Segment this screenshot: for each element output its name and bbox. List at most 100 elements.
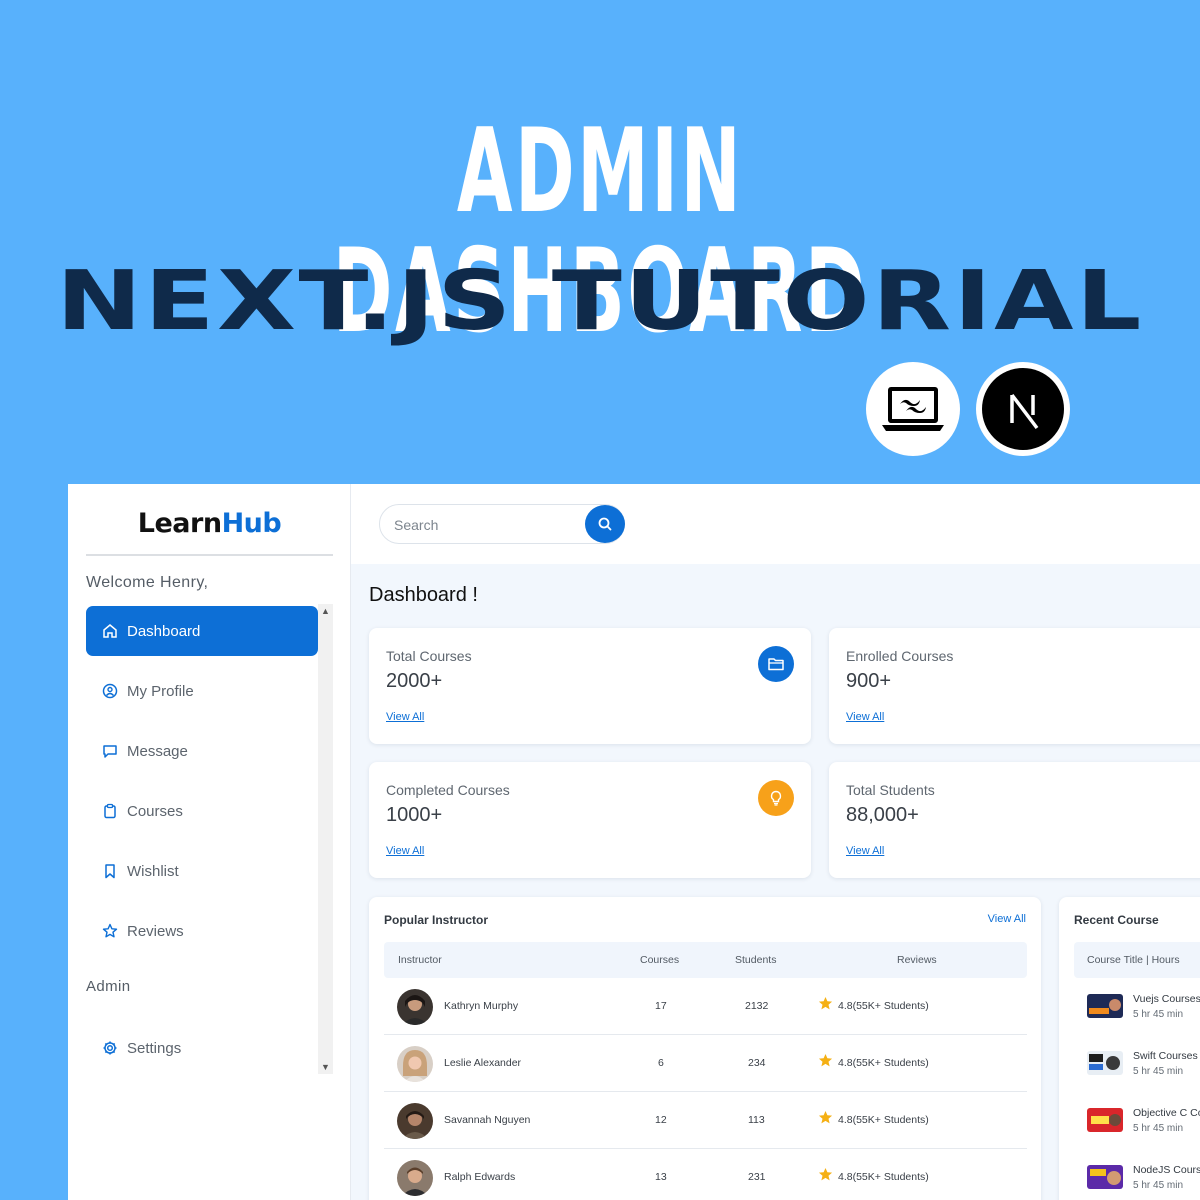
list-item[interactable]: Objective C Co 5 hr 45 min xyxy=(1087,1107,1200,1148)
sidebar-item-my-profile[interactable]: My Profile xyxy=(86,666,318,716)
course-hours: 5 hr 45 min xyxy=(1133,1009,1184,1020)
sidebar-item-label: Reviews xyxy=(127,922,184,940)
stat-value: 88,000+ xyxy=(846,804,919,826)
search-box xyxy=(379,504,625,544)
page-title: Dashboard ! xyxy=(369,584,478,606)
sidebar-item-label: Courses xyxy=(127,802,183,820)
panel-title: Popular Instructor xyxy=(384,913,489,927)
sidebar-item-courses[interactable]: Courses xyxy=(86,786,318,836)
view-all-link[interactable]: View All xyxy=(846,845,884,857)
course-thumbnail xyxy=(1087,1165,1123,1189)
course-title: Swift Courses xyxy=(1133,1050,1198,1062)
list-item[interactable]: Vuejs Courses 5 hr 45 min xyxy=(1087,993,1200,1034)
star-icon xyxy=(818,1053,833,1067)
view-all-link[interactable]: View All xyxy=(988,913,1026,925)
stat-value: 900+ xyxy=(846,670,892,692)
table-row[interactable]: Kathryn Murphy 17 2132 4.8(55K+ Students… xyxy=(384,978,1027,1035)
instructor-reviews: 4.8(55K+ Students) xyxy=(838,1057,929,1069)
scroll-down-icon[interactable]: ▼ xyxy=(318,1060,333,1074)
view-all-link[interactable]: View All xyxy=(846,711,884,723)
view-all-link[interactable]: View All xyxy=(386,711,424,723)
th-course-title-hours: Course Title | Hours xyxy=(1087,954,1180,966)
panel-title: Recent Course xyxy=(1074,913,1159,927)
sidebar-item-label: My Profile xyxy=(127,682,194,700)
instructor-students: 234 xyxy=(748,1057,766,1069)
list-item[interactable]: Swift Courses 5 hr 45 min xyxy=(1087,1050,1200,1091)
star-icon xyxy=(818,1167,833,1181)
dashboard-app: LearnHub Welcome Henry, Dashboard My Pro… xyxy=(68,484,1200,1200)
bookmark-icon xyxy=(105,864,115,879)
list-item[interactable]: NodeJS Cours 5 hr 45 min xyxy=(1087,1164,1200,1200)
banner-subtitle: NEXT.JS TUTORIAL xyxy=(56,254,1144,349)
stat-card-completed-courses: Completed Courses 1000+ View All xyxy=(369,762,811,878)
welcome-text: Welcome Henry, xyxy=(86,574,209,591)
stat-label: Total Students xyxy=(846,782,935,798)
instructor-name: Leslie Alexander xyxy=(444,1057,522,1069)
tailwind-laptop-icon xyxy=(866,362,960,456)
stat-card-total-students: Total Students 88,000+ View All xyxy=(829,762,1200,878)
table-header: Course Title | Hours xyxy=(1074,942,1200,978)
avatar xyxy=(397,1160,433,1196)
course-title: NodeJS Cours xyxy=(1133,1164,1200,1176)
course-hours: 5 hr 45 min xyxy=(1133,1123,1184,1134)
course-title: Objective C Co xyxy=(1133,1107,1200,1119)
instructor-reviews: 4.8(55K+ Students) xyxy=(838,1171,929,1183)
stat-card-enrolled-courses: Enrolled Courses 900+ View All xyxy=(829,628,1200,744)
course-hours: 5 hr 45 min xyxy=(1133,1066,1184,1077)
stat-value: 2000+ xyxy=(386,670,443,692)
table-row[interactable]: Savannah Nguyen 12 113 4.8(55K+ Students… xyxy=(384,1092,1027,1149)
sidebar-item-label: Wishlist xyxy=(127,862,179,880)
course-thumbnail xyxy=(1087,994,1123,1018)
stat-label: Total Courses xyxy=(386,648,472,664)
th-students: Students xyxy=(735,954,777,966)
th-instructor: Instructor xyxy=(398,954,442,966)
instructor-name: Kathryn Murphy xyxy=(444,1000,519,1012)
admin-section-label: Admin xyxy=(86,978,131,995)
sidebar-scrollbar[interactable]: ▲ ▼ xyxy=(318,604,333,1074)
stat-label: Completed Courses xyxy=(386,782,510,798)
star-icon xyxy=(818,1110,833,1124)
home-icon xyxy=(103,624,117,638)
instructor-name: Ralph Edwards xyxy=(444,1171,516,1183)
avatar xyxy=(397,989,433,1025)
instructor-reviews: 4.8(55K+ Students) xyxy=(838,1114,929,1126)
brand-hub: Hub xyxy=(221,508,282,539)
user-circle-icon xyxy=(102,683,118,699)
stat-card-total-courses: Total Courses 2000+ View All xyxy=(369,628,811,744)
th-courses: Courses xyxy=(640,954,680,966)
sidebar-item-label: Message xyxy=(127,742,188,760)
sidebar-item-reviews[interactable]: Reviews xyxy=(86,906,318,956)
search-input[interactable] xyxy=(394,514,574,536)
brand-divider xyxy=(86,554,333,556)
folder-icon xyxy=(758,646,794,682)
th-reviews: Reviews xyxy=(897,954,937,966)
view-all-link[interactable]: View All xyxy=(386,845,424,857)
sidebar-item-label: Dashboard xyxy=(127,622,201,640)
brand-logo[interactable]: LearnHub xyxy=(68,508,351,539)
lightbulb-icon xyxy=(758,780,794,816)
scroll-up-icon[interactable]: ▲ xyxy=(318,604,333,618)
sidebar-item-settings[interactable]: Settings xyxy=(86,1023,318,1073)
course-title: Vuejs Courses xyxy=(1133,993,1200,1005)
star-outline-icon xyxy=(102,923,118,938)
course-thumbnail xyxy=(1087,1051,1123,1075)
topbar xyxy=(351,484,1200,564)
instructor-courses: 6 xyxy=(658,1057,664,1069)
sidebar: LearnHub Welcome Henry, Dashboard My Pro… xyxy=(68,484,351,1200)
instructor-students: 231 xyxy=(748,1171,766,1183)
sidebar-item-wishlist[interactable]: Wishlist xyxy=(86,846,318,896)
search-button[interactable] xyxy=(585,505,625,543)
table-row[interactable]: Leslie Alexander 6 234 4.8(55K+ Students… xyxy=(384,1035,1027,1092)
course-hours: 5 hr 45 min xyxy=(1133,1180,1184,1191)
stat-value: 1000+ xyxy=(386,804,443,826)
brand-learn: Learn xyxy=(137,508,222,539)
table-header: Instructor Courses Students Reviews xyxy=(384,942,1027,978)
sidebar-item-dashboard[interactable]: Dashboard xyxy=(86,606,318,656)
gear-icon xyxy=(103,1041,117,1055)
instructor-courses: 13 xyxy=(655,1171,667,1183)
star-icon xyxy=(818,996,833,1010)
stat-label: Enrolled Courses xyxy=(846,648,954,664)
instructor-reviews: 4.8(55K+ Students) xyxy=(838,1000,929,1012)
table-row[interactable]: Ralph Edwards 13 231 4.8(55K+ Students) xyxy=(384,1149,1027,1200)
sidebar-item-message[interactable]: Message xyxy=(86,726,318,776)
